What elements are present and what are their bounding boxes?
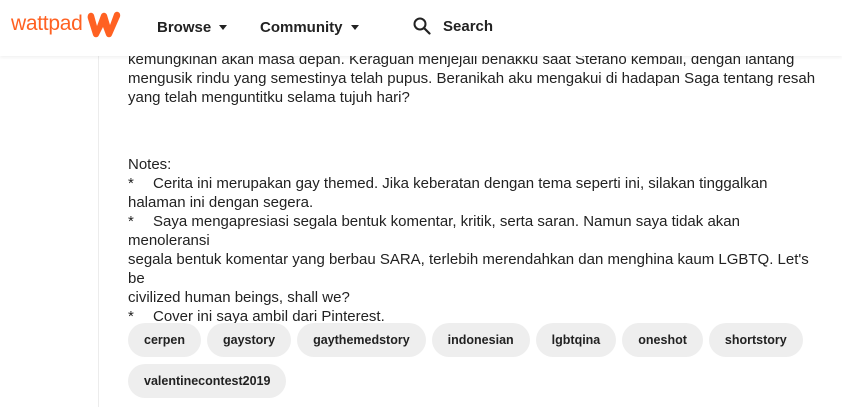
note-line: * Cerita ini merupakan gay themed. Jika k…	[128, 174, 818, 193]
note-line: segala bentuk komentar yang berbau SARA,…	[128, 251, 809, 287]
notes-title: Notes:	[128, 156, 172, 173]
story-description: kemungkinan akan masa depan. Keraguan me…	[128, 50, 818, 326]
browse-dropdown[interactable]: Browse	[157, 19, 228, 36]
logo-text: wattpad	[11, 12, 83, 35]
search-label: Search	[443, 17, 494, 35]
story-text-line: mengusik rindu yang semestinya telah pup…	[128, 70, 816, 87]
tag-lgbtqina[interactable]: lgbtqina	[535, 323, 617, 357]
tag-oneshot[interactable]: oneshot	[622, 323, 703, 357]
tag-indonesian[interactable]: indonesian	[431, 323, 530, 357]
note-line: halaman ini dengan segera.	[128, 194, 314, 211]
note-text: Cerita ini merupakan gay themed. Jika ke…	[153, 175, 768, 192]
wattpad-logo-link[interactable]: wattpad	[11, 9, 122, 39]
tag-valentinecontest2019[interactable]: valentinecontest2019	[128, 364, 287, 398]
tag-cerpen[interactable]: cerpen	[128, 323, 201, 357]
tag-shortstory[interactable]: shortstory	[708, 323, 803, 357]
search-icon	[413, 17, 431, 35]
top-header: wattpad Browse Community Search	[0, 0, 842, 56]
note-line: civilized human beings, shall we?	[128, 289, 350, 306]
bullet: *	[128, 213, 134, 230]
note-text: Saya mengapresiasi segala bentuk komenta…	[128, 213, 740, 249]
story-content-panel: kemungkinan akan masa depan. Keraguan me…	[98, 0, 842, 407]
caret-down-icon	[219, 25, 228, 30]
community-dropdown[interactable]: Community	[260, 19, 359, 36]
bullet: *	[128, 175, 134, 192]
wattpad-w-icon	[88, 11, 121, 38]
tag-list: cerpen gaystory gaythemedstory indonesia…	[128, 323, 828, 398]
tag-gaythemedstory[interactable]: gaythemedstory	[297, 323, 426, 357]
browse-label: Browse	[157, 19, 212, 36]
caret-down-icon	[350, 25, 359, 30]
search-button[interactable]: Search	[413, 17, 493, 35]
story-text-line: yang telah menguntitku selama tujuh hari…	[128, 89, 410, 106]
community-label: Community	[260, 19, 343, 36]
note-line: * Saya mengapresiasi segala bentuk koment…	[128, 212, 818, 250]
tag-gaystory[interactable]: gaystory	[207, 323, 292, 357]
